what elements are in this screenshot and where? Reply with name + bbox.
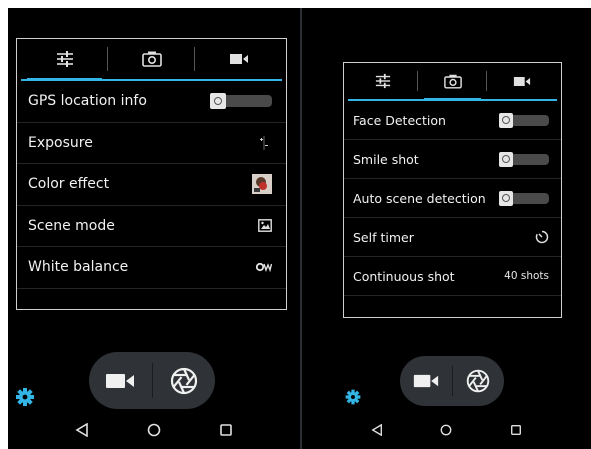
- setting-scene-mode[interactable]: Scene mode: [17, 206, 286, 247]
- gear-icon: [16, 388, 34, 406]
- scene-mode-icon: [258, 219, 272, 233]
- toggle-knob: [499, 190, 513, 206]
- setting-smile-shot[interactable]: Smile shot: [344, 140, 561, 179]
- shutter-button[interactable]: [453, 356, 505, 406]
- camera-icon: [443, 74, 462, 89]
- tab-general[interactable]: [348, 63, 418, 99]
- video-record-icon: [106, 373, 135, 388]
- video-icon: [229, 54, 248, 64]
- tab-video[interactable]: [487, 63, 557, 99]
- gear-icon: [345, 389, 361, 405]
- exposure-icon: [260, 135, 268, 150]
- video-icon: [514, 76, 531, 86]
- shutter-icon: [467, 369, 490, 393]
- navigation-bar: [8, 411, 300, 449]
- gps-toggle[interactable]: [210, 93, 272, 110]
- home-button[interactable]: [139, 415, 169, 445]
- settings-panel: GPS location info Exposure Color effect: [16, 38, 287, 310]
- toggle-knob: [499, 151, 513, 167]
- sliders-icon: [375, 73, 390, 89]
- shutter-button[interactable]: [153, 352, 216, 409]
- settings-gear[interactable]: [14, 386, 36, 412]
- setting-white-balance[interactable]: White balance: [17, 247, 286, 289]
- setting-continuous-shot[interactable]: Continuous shot 40 shots: [344, 257, 561, 296]
- setting-label: White balance: [28, 259, 129, 276]
- setting-label: Scene mode: [28, 217, 115, 234]
- smile-shot-toggle[interactable]: [499, 151, 549, 167]
- tab-photo[interactable]: [108, 39, 195, 79]
- setting-self-timer[interactable]: Self timer: [344, 218, 561, 257]
- video-record-button[interactable]: [89, 352, 152, 409]
- setting-label: Face Detection: [353, 112, 446, 128]
- setting-label: Self timer: [353, 229, 414, 245]
- setting-label: GPS location info: [28, 93, 147, 110]
- sliders-icon: [56, 51, 73, 67]
- setting-label: Color effect: [28, 176, 110, 193]
- setting-gps-location[interactable]: GPS location info: [17, 81, 286, 123]
- toggle-knob: [210, 93, 226, 110]
- left-phone-screen: GPS location info Exposure Color effect: [8, 8, 300, 449]
- settings-gear[interactable]: [344, 388, 362, 410]
- toggle-knob: [499, 112, 513, 128]
- setting-label: Smile shot: [353, 151, 419, 167]
- home-button[interactable]: [431, 415, 461, 445]
- back-icon: [371, 424, 382, 436]
- camera-icon: [141, 51, 162, 67]
- tab-photo[interactable]: [418, 63, 488, 101]
- back-icon: [75, 423, 88, 437]
- video-record-icon: [413, 374, 438, 388]
- continuous-shot-value: 40 shots: [504, 270, 549, 282]
- setting-color-effect[interactable]: Color effect: [17, 164, 286, 206]
- setting-label: Exposure: [28, 134, 93, 151]
- tab-general[interactable]: [21, 39, 108, 81]
- white-balance-icon: [256, 263, 272, 273]
- color-effect-icon: [252, 174, 272, 195]
- settings-list: Face Detection Smile shot Auto scene det…: [344, 101, 561, 317]
- tab-video[interactable]: [195, 39, 282, 79]
- recents-icon: [511, 425, 522, 435]
- setting-exposure[interactable]: Exposure: [17, 123, 286, 164]
- setting-partial-row[interactable]: [344, 296, 561, 317]
- home-icon: [441, 424, 452, 436]
- setting-label: Continuous shot: [353, 268, 455, 284]
- settings-tabs: [348, 63, 557, 101]
- right-phone-screen: Face Detection Smile shot Auto scene det…: [302, 8, 591, 449]
- home-icon: [147, 423, 161, 437]
- capture-controls: [400, 356, 504, 406]
- capture-controls: [89, 352, 215, 409]
- recents-icon: [220, 424, 232, 436]
- settings-tabs: [21, 39, 282, 81]
- recents-button[interactable]: [501, 415, 531, 445]
- face-detection-toggle[interactable]: [499, 112, 549, 128]
- auto-scene-toggle[interactable]: [499, 190, 549, 206]
- setting-partial-row[interactable]: [17, 289, 286, 310]
- back-button[interactable]: [362, 415, 392, 445]
- setting-auto-scene-detection[interactable]: Auto scene detection: [344, 179, 561, 218]
- shutter-icon: [170, 367, 197, 394]
- recents-button[interactable]: [211, 415, 241, 445]
- setting-face-detection[interactable]: Face Detection: [344, 101, 561, 140]
- setting-label: Auto scene detection: [353, 190, 486, 206]
- navigation-bar: [302, 411, 591, 449]
- timer-icon: [535, 230, 549, 244]
- settings-panel: Face Detection Smile shot Auto scene det…: [343, 62, 562, 318]
- video-record-button[interactable]: [400, 356, 452, 406]
- back-button[interactable]: [67, 415, 97, 445]
- settings-list: GPS location info Exposure Color effect: [17, 81, 286, 310]
